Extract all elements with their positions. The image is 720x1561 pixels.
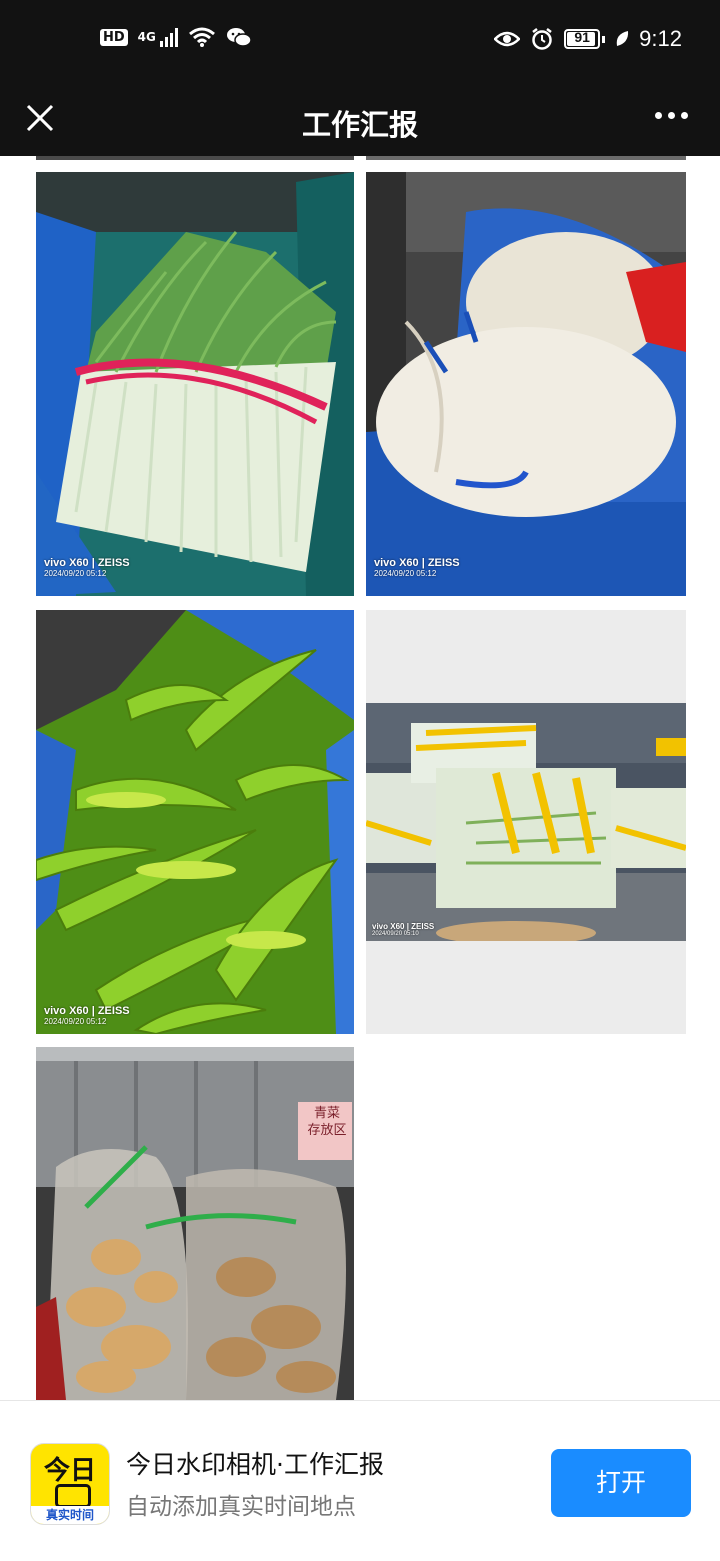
open-button[interactable]: 打开 [551,1449,691,1517]
photo-remnant-left [36,156,354,160]
page-title: 工作汇报 [301,108,418,142]
photo-napa-cabbage[interactable]: vivo X60 | ZEISS 2024/09/20 05:10 [366,610,686,1034]
status-left-icons: HD 4G [100,26,252,48]
more-dot-icon [655,112,662,119]
photo-watermark: vivo X60 | ZEISS 2024/09/20 05:12 [374,557,460,578]
more-dot-icon [668,112,675,119]
battery-level: 91 [574,29,590,45]
green-peppers-image [36,610,354,1034]
app-icon-strip: 真实时间 [31,1506,109,1524]
watermark-brand: vivo X60 | ZEISS [372,922,435,931]
network-type: 4G [137,30,156,44]
watermark-time: 2024/09/20 05:10 [372,931,419,937]
photo-white-bags[interactable]: vivo X60 | ZEISS 2024/09/20 05:12 [366,172,686,596]
app-promo-banner[interactable]: 今日 真实时间 今日水印相机·工作汇报 自动添加真实时间地点 打开 [0,1400,720,1561]
hd-badge: HD [100,28,128,46]
storage-sign-line1: 青菜 [313,1106,340,1121]
photo-green-onions[interactable]: vivo X60 | ZEISS 2024/09/20 05:12 [36,172,354,596]
camera-icon [55,1484,91,1508]
storage-sign: 青菜 存放区 [302,1105,352,1139]
watermark-brand: vivo X60 | ZEISS [374,557,460,569]
cabbage-photo-area: vivo X60 | ZEISS 2024/09/20 05:10 [366,703,686,941]
storage-sign-line2: 存放区 [307,1123,347,1138]
status-bar: HD 4G 91 9:12 [0,0,720,84]
app-icon-text: 今日 [43,1456,96,1486]
ginger-image [36,1047,354,1400]
more-options-button[interactable] [655,112,688,119]
napa-cabbage-image [366,703,686,941]
signal-icon [159,27,178,47]
wifi-icon [188,27,215,47]
watermark-brand: vivo X60 | ZEISS [44,557,130,569]
photo-green-peppers[interactable]: vivo X60 | ZEISS 2024/09/20 05:12 [36,610,354,1034]
watermark-time: 2024/09/20 05:12 [374,569,437,578]
white-bags-image [366,172,686,596]
wechat-icon [226,28,252,47]
eye-icon [494,31,521,47]
clock: 9:12 [639,26,682,51]
photo-watermark: vivo X60 | ZEISS 2024/09/20 05:12 [44,1005,130,1026]
title-bar: 工作汇报 [0,84,720,156]
alarm-icon [532,28,552,50]
photo-watermark: vivo X60 | ZEISS 2024/09/20 05:10 [372,922,434,937]
photo-ginger[interactable]: 青菜 存放区 [36,1047,354,1400]
photo-watermark: vivo X60 | ZEISS 2024/09/20 05:12 [44,557,130,578]
more-dot-icon [681,112,688,119]
green-onions-image [36,172,354,596]
photo-remnant-right [366,156,686,160]
banner-title: 今日水印相机·工作汇报 [126,1450,384,1479]
photo-grid: vivo X60 | ZEISS 2024/09/20 05:12 vivo X… [0,156,720,1400]
status-right-icons: 91 9:12 [494,26,682,52]
battery-icon: 91 [564,29,606,49]
banner-subtitle: 自动添加真实时间地点 [126,1494,356,1520]
app-icon[interactable]: 今日 真实时间 [30,1443,110,1525]
watermark-brand: vivo X60 | ZEISS [44,1005,130,1017]
leaf-icon [616,31,629,46]
watermark-time: 2024/09/20 05:12 [44,1017,107,1026]
watermark-time: 2024/09/20 05:12 [44,569,107,578]
